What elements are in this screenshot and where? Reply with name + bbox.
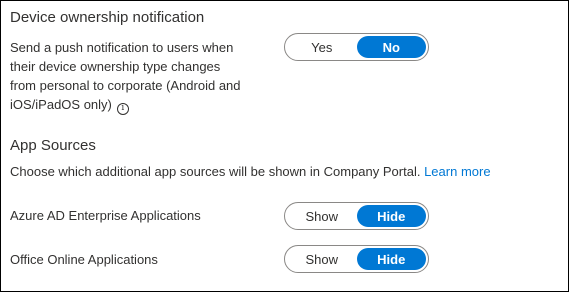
ownership-description-line-4-text: iOS/iPadOS only) — [10, 97, 112, 112]
ownership-description-line-2: their device ownership type changes — [10, 59, 221, 74]
ownership-description-line-4: iOS/iPadOS only) i — [10, 95, 280, 115]
azure-ad-enterprise-toggle[interactable]: Show Hide — [284, 202, 429, 230]
app-sources-description: Choose which additional app sources will… — [10, 162, 491, 181]
toggle-option-hide[interactable]: Hide — [356, 248, 426, 270]
toggle-option-hide[interactable]: Hide — [356, 205, 426, 227]
learn-more-link[interactable]: Learn more — [424, 164, 490, 179]
azure-ad-enterprise-label: Azure AD Enterprise Applications — [10, 208, 201, 223]
app-sources-description-text: Choose which additional app sources will… — [10, 164, 421, 179]
toggle-option-show[interactable]: Show — [287, 248, 357, 270]
ownership-description-line-1: Send a push notification to users when — [10, 40, 234, 55]
office-online-label: Office Online Applications — [10, 252, 158, 267]
ownership-description-line-3: from personal to corporate (Android and — [10, 78, 241, 93]
toggle-option-show[interactable]: Show — [287, 205, 357, 227]
toggle-option-yes[interactable]: Yes — [287, 36, 357, 58]
ownership-notification-toggle[interactable]: Yes No — [284, 33, 429, 61]
ownership-section-title: Device ownership notification — [10, 9, 205, 26]
app-sources-section-title: App Sources — [10, 137, 96, 154]
info-icon[interactable]: i — [116, 102, 129, 115]
toggle-option-no[interactable]: No — [356, 36, 426, 58]
ownership-description: Send a push notification to users when t… — [10, 38, 280, 115]
office-online-toggle[interactable]: Show Hide — [284, 245, 429, 273]
